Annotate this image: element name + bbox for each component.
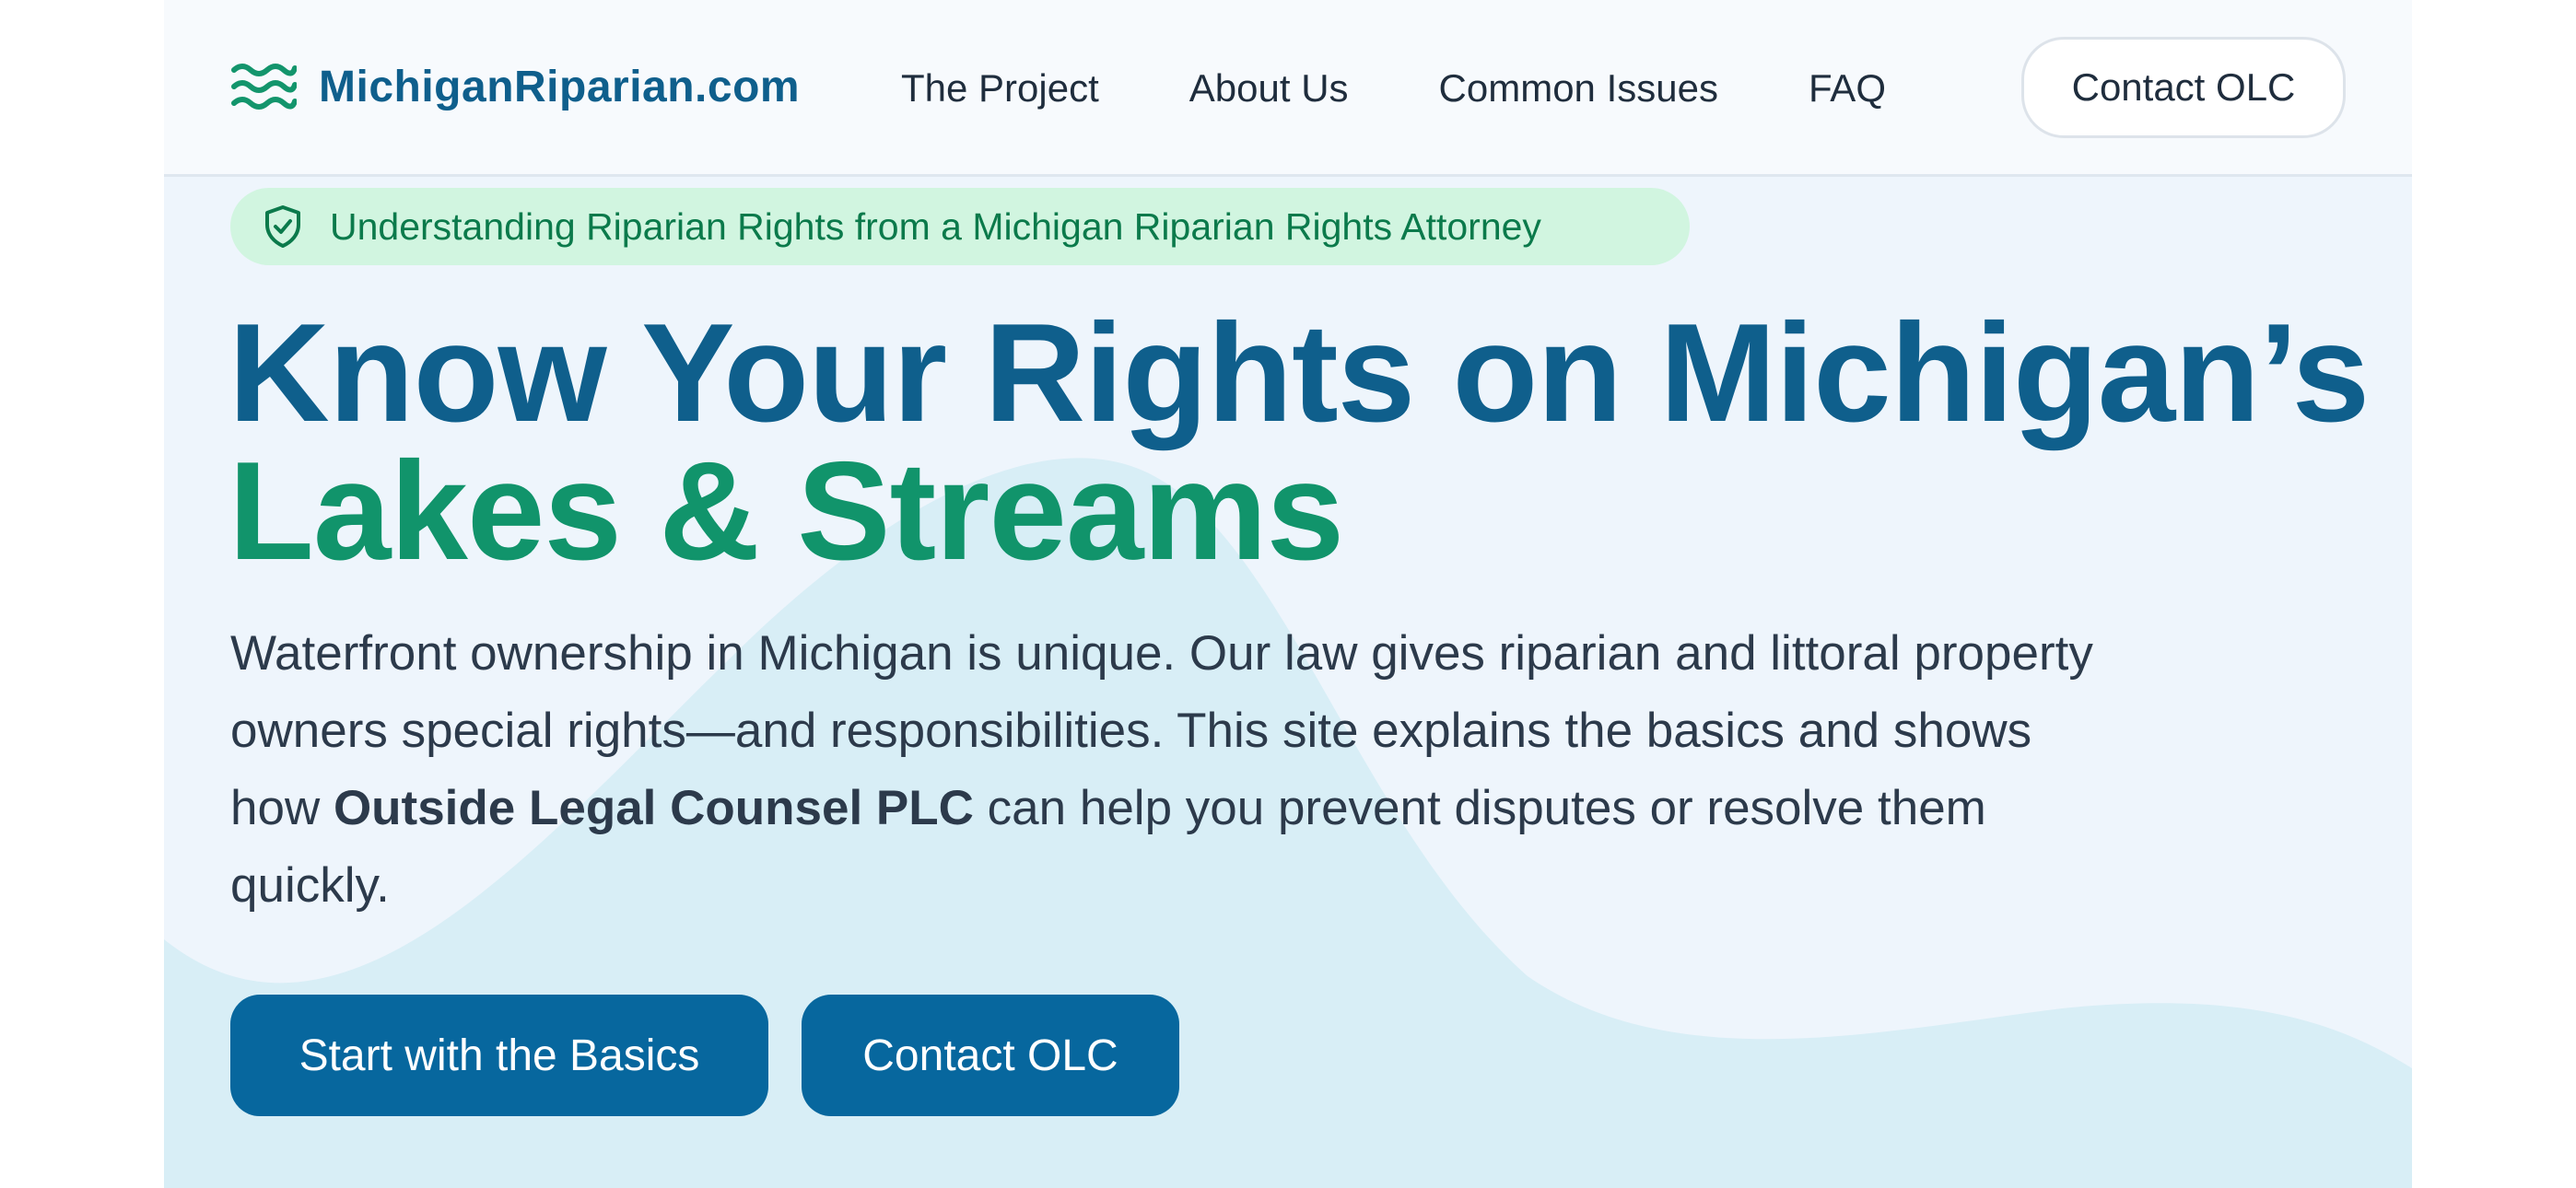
page: MichiganRiparian.com The Project About U… — [164, 0, 2412, 1188]
start-with-basics-button[interactable]: Start with the Basics — [230, 995, 768, 1116]
nav-item-common-issues[interactable]: Common Issues — [1439, 61, 1718, 116]
waves-icon — [230, 61, 298, 112]
hero-badge: Understanding Riparian Rights from a Mic… — [230, 188, 1690, 265]
hero-badge-text: Understanding Riparian Rights from a Mic… — [330, 204, 1541, 248]
main-nav: The Project About Us Common Issues FAQ — [901, 61, 1976, 116]
nav-item-the-project[interactable]: The Project — [901, 61, 1099, 116]
hero-intro-firm-name: Outside Legal Counsel PLC — [333, 781, 974, 835]
hero-intro: Waterfront ownership in Michigan is uniq… — [230, 615, 2110, 925]
hero-headline: Know Your Rights on Michigan’s Lakes & S… — [228, 295, 2370, 589]
nav-item-about-us[interactable]: About Us — [1189, 61, 1349, 116]
nav-item-faq[interactable]: FAQ — [1809, 61, 1886, 116]
shield-check-icon — [263, 204, 302, 249]
site-logo[interactable]: MichiganRiparian.com — [230, 61, 800, 112]
hero-headline-line2: Lakes & Streams — [228, 433, 1344, 589]
header-contact-button[interactable]: Contact OLC — [2021, 37, 2346, 138]
site-logo-text: MichiganRiparian.com — [319, 62, 801, 111]
hero-headline-line1: Know Your Rights on Michigan’s — [228, 295, 2370, 451]
site-header: MichiganRiparian.com The Project About U… — [164, 0, 2412, 177]
contact-olc-button[interactable]: Contact OLC — [802, 995, 1179, 1116]
